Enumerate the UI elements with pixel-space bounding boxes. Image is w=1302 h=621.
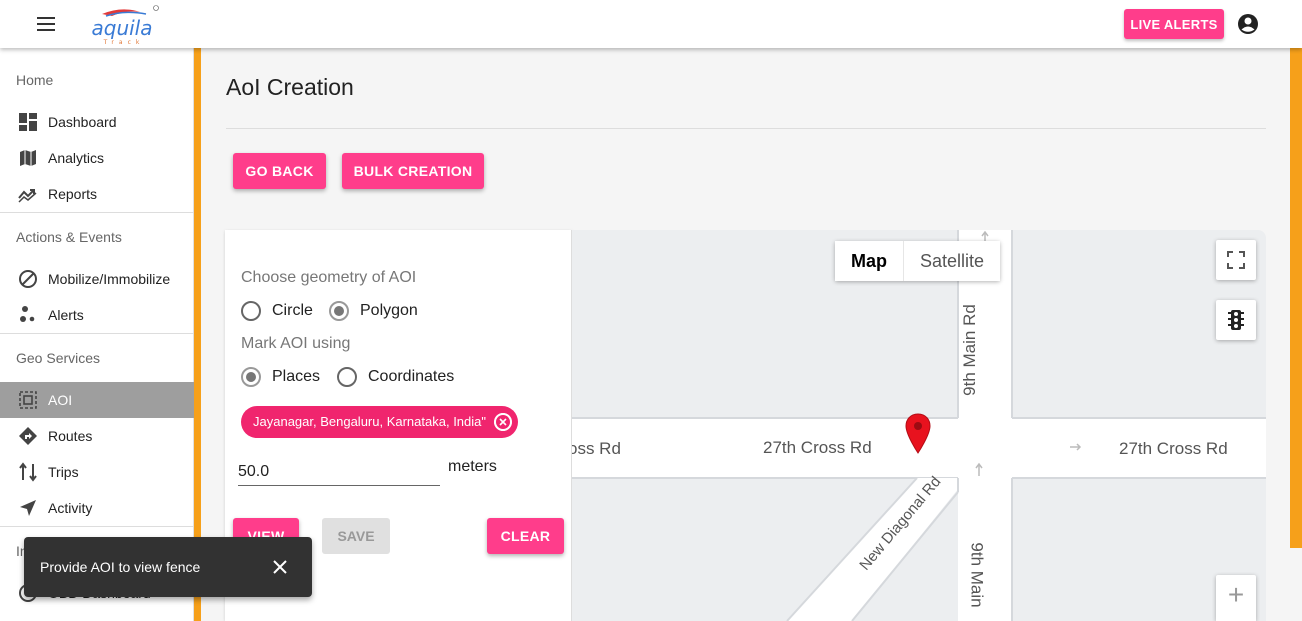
- map-type-satellite-button[interactable]: Satellite: [904, 241, 1001, 281]
- select-area-icon: [19, 391, 37, 409]
- directions-icon: [19, 427, 37, 445]
- sidebar-item-label: Reports: [48, 186, 98, 202]
- place-chip: Jayanagar, Bengaluru, Karnataka, India": [241, 406, 518, 438]
- radio-circle[interactable]: [241, 301, 261, 321]
- sidebar-item-alerts[interactable]: Alerts: [0, 297, 194, 333]
- radio-places-label: Places: [272, 368, 321, 385]
- map-view[interactable]: oss Rd 27th Cross Rd 27th Cross Rd 9th M…: [572, 230, 1266, 621]
- sidebar-item-mobilize[interactable]: Mobilize/Immobilize: [0, 261, 194, 297]
- block-icon: [19, 270, 37, 288]
- sidebar-item-label: Dashboard: [48, 114, 117, 130]
- sidebar-item-label: Mobilize/Immobilize: [48, 271, 171, 287]
- road-label: 9th Main Rd: [959, 304, 979, 396]
- traffic-button[interactable]: [1216, 300, 1256, 340]
- top-app-bar: aquila Track LIVE ALERTS: [0, 0, 1302, 48]
- road-label: oss Rd: [572, 439, 621, 458]
- radio-coordinates[interactable]: [337, 367, 357, 387]
- content-border-left: [194, 48, 201, 621]
- snackbar-message: Provide AOI to view fence: [40, 559, 201, 575]
- account-circle-icon[interactable]: [1236, 12, 1260, 36]
- live-alerts-button[interactable]: LIVE ALERTS: [1124, 9, 1224, 39]
- sidebar-item-label: AOI: [48, 392, 73, 408]
- sidebar-item-label: Alerts: [48, 307, 84, 323]
- sidebar-item-label: Routes: [48, 428, 93, 444]
- trending-icon: [18, 189, 37, 203]
- map-icon: [20, 150, 36, 166]
- sidebar-item-routes[interactable]: Routes: [0, 418, 194, 454]
- bulk-creation-button[interactable]: BULK CREATION: [342, 153, 484, 189]
- map-pin-icon[interactable]: [905, 413, 931, 455]
- sidebar-item-activity[interactable]: Activity: [0, 490, 194, 526]
- divider: [0, 212, 194, 213]
- zoom-in-button[interactable]: +: [1216, 575, 1256, 621]
- go-back-button[interactable]: GO BACK: [233, 153, 326, 189]
- radio-circle-label: Circle: [272, 302, 313, 319]
- radio-coordinates-label: Coordinates: [368, 368, 455, 385]
- divider: [0, 333, 194, 334]
- aquila-logo: aquila Track: [92, 5, 159, 46]
- mark-label: Mark AOI using: [241, 335, 351, 352]
- save-button: SAVE: [322, 518, 390, 554]
- sidebar-item-aoi[interactable]: AOI: [0, 382, 194, 418]
- dashboard-icon: [19, 113, 37, 131]
- sidebar: Home Dashboard Analytics Reports Actions…: [0, 48, 194, 621]
- section-actions-events: Actions & Events: [16, 229, 122, 245]
- clear-button[interactable]: CLEAR: [487, 518, 564, 554]
- sidebar-item-label: Activity: [48, 500, 93, 516]
- radio-polygon-label: Polygon: [360, 302, 418, 319]
- fullscreen-button[interactable]: [1216, 240, 1256, 280]
- zoom-in-icon: +: [1227, 579, 1245, 610]
- brand-text: aquila: [92, 16, 153, 40]
- trips-icon: [19, 462, 37, 482]
- fullscreen-icon: [1227, 251, 1245, 269]
- content-border-right: [1290, 48, 1302, 548]
- close-icon[interactable]: [268, 555, 292, 579]
- radio-places[interactable]: [241, 367, 261, 387]
- road-label: 27th Cross Rd: [1119, 439, 1228, 458]
- sidebar-item-label: Analytics: [48, 150, 105, 166]
- map-type-map-button[interactable]: Map: [835, 241, 904, 281]
- sidebar-item-dashboard[interactable]: Dashboard: [0, 104, 194, 140]
- place-chip-label: Jayanagar, Bengaluru, Karnataka, India": [253, 414, 486, 429]
- navigation-icon: [20, 500, 36, 516]
- geometry-label: Choose geometry of AOI: [241, 269, 417, 286]
- sidebar-item-analytics[interactable]: Analytics: [0, 140, 194, 176]
- menu-icon[interactable]: [36, 14, 58, 34]
- map-type-toggle: Map Satellite: [835, 241, 1001, 281]
- road-label: 9th Main: [967, 542, 987, 608]
- title-divider: [226, 128, 1266, 129]
- snackbar: Provide AOI to view fence: [24, 537, 312, 597]
- radio-polygon[interactable]: [329, 301, 349, 321]
- page-title: AoI Creation: [226, 74, 354, 100]
- road-label: 27th Cross Rd: [763, 438, 872, 457]
- sidebar-item-label: Trips: [48, 464, 79, 480]
- section-geo-services: Geo Services: [16, 350, 101, 366]
- radius-unit: meters: [448, 458, 497, 475]
- radius-input[interactable]: [238, 452, 440, 486]
- sidebar-item-trips[interactable]: Trips: [0, 454, 194, 490]
- divider: [0, 526, 194, 527]
- traffic-light-icon: [1228, 310, 1244, 330]
- section-home: Home: [16, 72, 54, 88]
- brand-subtext: Track: [103, 39, 145, 46]
- sidebar-item-reports[interactable]: Reports: [0, 176, 194, 212]
- chip-close-icon[interactable]: [494, 413, 512, 431]
- bubble-chart-icon: [20, 306, 35, 322]
